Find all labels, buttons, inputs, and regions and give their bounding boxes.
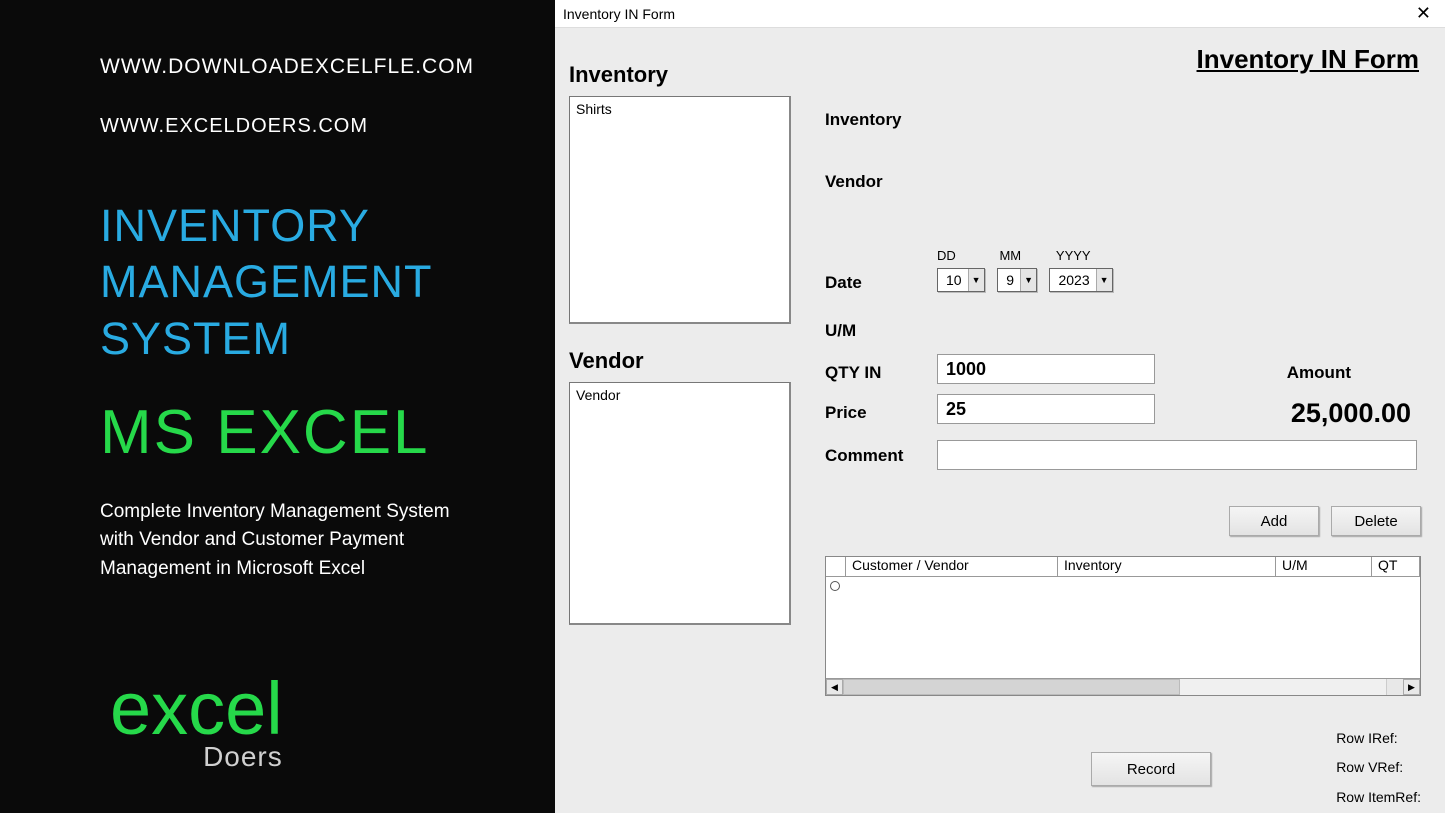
yyyy-value: 2023 [1050, 272, 1095, 288]
form-body: Inventory IN Form Inventory Shirts Vendo… [555, 28, 1445, 813]
promo-sidebar: WWW.DOWNLOADEXCELFLE.COM WWW.EXCELDOERS.… [0, 0, 555, 813]
amount-value: 25,000.00 [1291, 398, 1411, 429]
horizontal-scrollbar[interactable]: ◀ ▶ [826, 678, 1420, 695]
grid-header-select [826, 557, 846, 576]
titlebar: Inventory IN Form ✕ [555, 0, 1445, 28]
promo-url-2: WWW.EXCELDOERS.COM [100, 115, 555, 138]
vendor-listbox[interactable]: Vendor [569, 382, 791, 625]
yyyy-combobox[interactable]: 2023 ▼ [1049, 268, 1112, 292]
add-button[interactable]: Add [1229, 506, 1319, 536]
logo-text-excel: excel [110, 676, 283, 743]
logo: excel Doers [110, 676, 283, 773]
label-amount: Amount [1287, 363, 1351, 383]
promo-title-line3: SYSTEM [100, 311, 555, 367]
close-icon[interactable]: ✕ [1410, 3, 1437, 24]
label-dd: DD [937, 248, 981, 263]
scroll-thumb[interactable] [843, 679, 1180, 695]
mm-value: 9 [998, 272, 1020, 288]
delete-button[interactable]: Delete [1331, 506, 1421, 536]
date-group: DD MM YYYY 10 ▼ 9 ▼ 2023 ▼ [937, 247, 1121, 292]
row-selector-icon[interactable] [830, 581, 840, 591]
promo-title: INVENTORY MANAGEMENT SYSTEM [100, 198, 555, 367]
comment-input[interactable] [937, 440, 1417, 470]
grid-header-row: Customer / Vendor Inventory U/M QT [826, 557, 1420, 577]
list-item[interactable]: Vendor [576, 387, 783, 403]
scroll-gap [1386, 679, 1403, 695]
label-vendor: Vendor [825, 172, 883, 192]
chevron-down-icon[interactable]: ▼ [1096, 269, 1112, 291]
promo-title-line1: INVENTORY [100, 198, 555, 254]
label-yyyy: YYYY [1056, 248, 1120, 263]
chevron-down-icon[interactable]: ▼ [968, 269, 984, 291]
window-title: Inventory IN Form [563, 6, 1410, 22]
scroll-right-icon[interactable]: ▶ [1403, 679, 1420, 695]
row-itemref-label: Row ItemRef: [1336, 783, 1421, 812]
row-iref-label: Row IRef: [1336, 724, 1421, 753]
scroll-left-icon[interactable]: ◀ [826, 679, 843, 695]
promo-description: Complete Inventory Management System wit… [100, 498, 480, 584]
grid-header-cv: Customer / Vendor [846, 557, 1058, 576]
label-comment: Comment [825, 446, 903, 466]
list-item[interactable]: Shirts [576, 101, 783, 117]
label-price: Price [825, 403, 867, 423]
label-inventory: Inventory [825, 110, 902, 130]
inventory-listbox[interactable]: Shirts [569, 96, 791, 324]
promo-title-line2: MANAGEMENT [100, 254, 555, 310]
grid-header-inventory: Inventory [1058, 557, 1276, 576]
items-grid[interactable]: Customer / Vendor Inventory U/M QT ◀ ▶ [825, 556, 1421, 696]
scroll-track[interactable] [843, 679, 1386, 695]
label-qtyin: QTY IN [825, 363, 881, 383]
dd-combobox[interactable]: 10 ▼ [937, 268, 985, 292]
ref-labels: Row IRef: Row VRef: Row ItemRef: [1336, 724, 1421, 812]
label-date: Date [825, 273, 862, 293]
mm-combobox[interactable]: 9 ▼ [997, 268, 1037, 292]
row-vref-label: Row VRef: [1336, 753, 1421, 782]
dd-value: 10 [938, 272, 968, 288]
chevron-down-icon[interactable]: ▼ [1020, 269, 1036, 291]
label-um: U/M [825, 321, 856, 341]
grid-body[interactable] [826, 577, 1420, 678]
label-mm: MM [999, 248, 1039, 263]
promo-url-1: WWW.DOWNLOADEXCELFLE.COM [100, 55, 555, 79]
form-heading: Inventory IN Form [1197, 44, 1419, 75]
price-input[interactable] [937, 394, 1155, 424]
record-button[interactable]: Record [1091, 752, 1211, 786]
promo-subtitle: MS EXCEL [100, 397, 555, 468]
qtyin-input[interactable] [937, 354, 1155, 384]
app-window: Inventory IN Form ✕ Inventory IN Form In… [555, 0, 1445, 813]
grid-header-um: U/M [1276, 557, 1372, 576]
inventory-section-title: Inventory [569, 62, 791, 88]
grid-header-qt: QT [1372, 557, 1420, 576]
vendor-section-title: Vendor [569, 348, 791, 374]
